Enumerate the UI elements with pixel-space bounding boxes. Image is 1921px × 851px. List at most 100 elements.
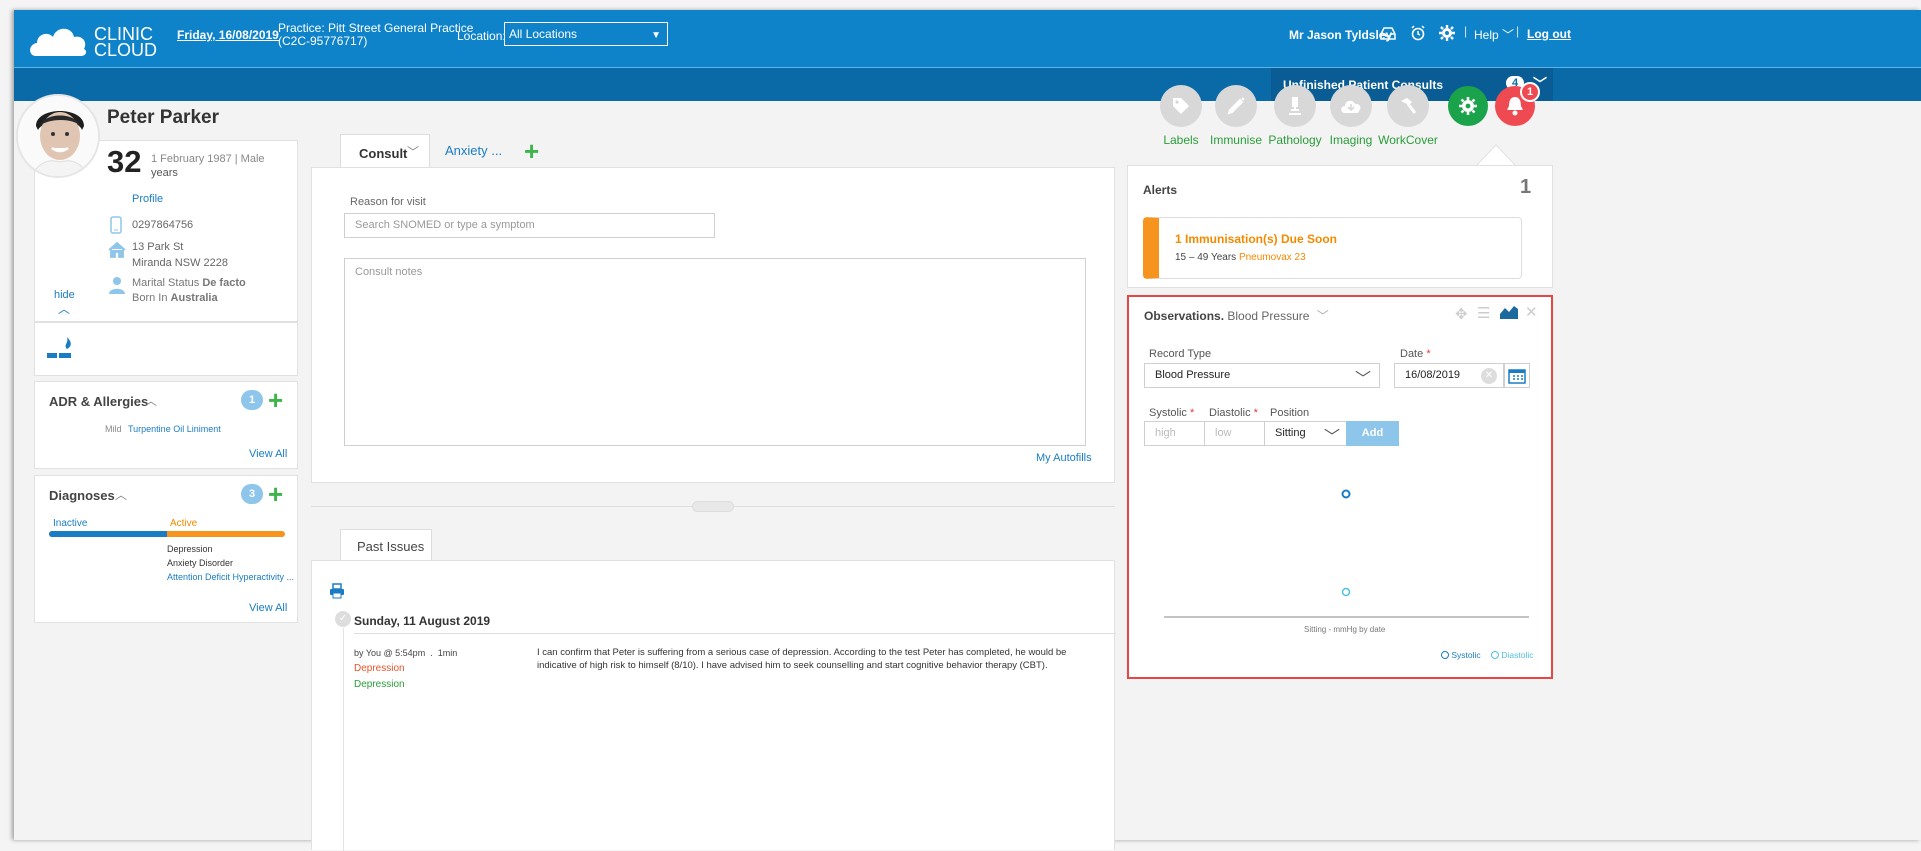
diastolic-point[interactable]: [1341, 587, 1351, 597]
adr-severity: Mild: [105, 424, 122, 434]
gear-icon[interactable]: [1439, 25, 1455, 44]
record-type-select[interactable]: Blood Pressure ﹀: [1144, 363, 1380, 388]
svg-text:CLOUD: CLOUD: [94, 40, 157, 60]
user-name[interactable]: Mr Jason Tyldsley: [1289, 28, 1392, 42]
blood-pressure-chart: [1164, 489, 1529, 618]
add-observation-button[interactable]: Add: [1346, 421, 1399, 446]
location-value: All Locations: [509, 27, 578, 41]
alerts-pointer: [1475, 144, 1517, 167]
person-icon: [109, 276, 125, 297]
position-select[interactable]: Sitting ﹀: [1264, 421, 1347, 446]
legend-diastolic[interactable]: Diastolic: [1491, 650, 1534, 660]
location-select[interactable]: All Locations ▼: [504, 22, 668, 46]
cloud-icon: [1330, 85, 1372, 127]
settings-button[interactable]: [1448, 86, 1488, 126]
clear-date-icon[interactable]: ✕: [1481, 368, 1497, 384]
close-icon[interactable]: ✕: [1525, 303, 1538, 321]
adr-item-link[interactable]: Turpentine Oil Liniment: [128, 424, 221, 434]
my-autofills-link[interactable]: My Autofills: [1036, 452, 1092, 464]
timeline-line: [343, 628, 344, 851]
reason-search-input[interactable]: Search SNOMED or type a symptom: [344, 213, 715, 238]
help-menu[interactable]: Help ﹀: [1474, 28, 1514, 42]
diagnoses-count-badge: 3: [241, 484, 263, 504]
adr-view-all-link[interactable]: View All: [249, 448, 287, 460]
systolic-point[interactable]: [1341, 489, 1351, 499]
add-diagnosis-button[interactable]: +: [268, 481, 283, 507]
resize-handle[interactable]: [692, 501, 734, 512]
adr-title: ADR & Allergies: [49, 394, 149, 409]
labels-label: Labels: [1163, 133, 1199, 147]
observations-card: Observations. Blood Pressure ﹀ ✥ ☰ ✕ Rec…: [1127, 295, 1553, 679]
patient-dob-sex: 1 February 1987 | Male: [151, 153, 265, 165]
past-issues-panel: ✓ Sunday, 11 August 2019 by You @ 5:54pm…: [311, 560, 1116, 851]
calendar-button[interactable]: [1504, 363, 1530, 388]
position-value: Sitting: [1275, 427, 1306, 439]
marital-status: Marital Status De facto: [132, 277, 246, 289]
tab-past-issues[interactable]: Past Issues: [340, 529, 432, 561]
adr-card: ADR & Allergies ︿ 1 + Mild Turpentine Oi…: [34, 381, 298, 469]
clinic-to-cloud-logo[interactable]: CLINIC CLOUD: [28, 18, 178, 60]
chevron-up-icon[interactable]: ︿: [115, 486, 127, 503]
observations-title: Observations.: [1144, 309, 1225, 323]
add-tab-button[interactable]: +: [524, 138, 539, 164]
alerts-count: 1: [1520, 176, 1532, 198]
sub-bar: Unfinished Patient Consults 4 ﹀: [14, 67, 1921, 101]
workcover-button[interactable]: WorkCover: [1373, 85, 1443, 147]
chevron-down-icon[interactable]: ﹀: [407, 143, 419, 160]
marital-value: De facto: [202, 277, 246, 289]
profile-link[interactable]: Profile: [132, 193, 163, 205]
notifications-button[interactable]: 1: [1495, 82, 1540, 126]
tab-anxiety[interactable]: Anxiety ...: [445, 143, 502, 158]
diagnosis-item[interactable]: Attention Deficit Hyperactivity ...: [167, 570, 294, 584]
consult-notes-textarea[interactable]: Consult notes: [344, 258, 1086, 446]
legend-marker: [1491, 651, 1499, 659]
tag-icon: [1160, 85, 1202, 127]
add-allergy-button[interactable]: +: [268, 387, 283, 413]
chevron-up-icon[interactable]: ︿: [145, 392, 157, 409]
home-icon: [108, 241, 126, 261]
systolic-input[interactable]: high: [1144, 421, 1205, 446]
divider: |: [1516, 24, 1520, 38]
observations-subtitle[interactable]: Blood Pressure: [1227, 309, 1309, 323]
date-label: Date *: [1400, 348, 1431, 360]
legend-systolic[interactable]: Systolic: [1441, 650, 1481, 660]
diagnoses-status-bar: [49, 531, 285, 537]
diastolic-input[interactable]: low: [1204, 421, 1265, 446]
position-label: Position: [1270, 407, 1310, 419]
past-issue-note: I can confirm that Peter is suffering fr…: [537, 647, 1067, 671]
chevron-up-icon[interactable]: ︿: [58, 300, 70, 317]
patient-age-unit: years: [151, 167, 178, 179]
diagnoses-title: Diagnoses: [49, 488, 115, 503]
birth-country: Born In Australia: [132, 292, 218, 304]
chevron-down-icon[interactable]: ﹀: [1317, 309, 1329, 323]
alarm-clock-icon[interactable]: [1410, 25, 1426, 44]
list-icon[interactable]: ☰: [1477, 304, 1490, 322]
alert-vaccine[interactable]: Pneumovax 23: [1239, 252, 1306, 263]
chevron-down-icon: ▼: [651, 30, 661, 41]
required-marker: *: [1253, 407, 1258, 419]
born-label: Born In: [132, 292, 168, 304]
chart-caption: Sitting - mmHg by date: [1304, 625, 1386, 634]
diagnosis-item[interactable]: Depression: [167, 542, 294, 556]
patient-avatar[interactable]: [16, 94, 100, 178]
diagnosis-item[interactable]: Anxiety Disorder: [167, 556, 294, 570]
immunisation-alert[interactable]: 1 Immunisation(s) Due Soon 15 – 49 Years…: [1143, 217, 1522, 279]
current-date-link[interactable]: Friday, 16/08/2019: [177, 28, 279, 42]
logout-link[interactable]: Log out: [1527, 27, 1571, 41]
print-icon[interactable]: [329, 583, 345, 599]
smoking-icon[interactable]: [47, 337, 73, 363]
inbox-icon[interactable]: [1380, 26, 1396, 42]
alert-title: 1 Immunisation(s) Due Soon: [1175, 232, 1338, 246]
inactive-label[interactable]: Inactive: [53, 518, 87, 529]
past-issue-tag[interactable]: Depression: [354, 679, 405, 690]
area-chart-icon[interactable]: [1500, 305, 1518, 319]
active-label[interactable]: Active: [170, 518, 197, 529]
tab-consult[interactable]: Consult ﹀: [340, 134, 430, 170]
past-issue-tag[interactable]: Depression: [354, 663, 405, 674]
diagnoses-view-all-link[interactable]: View All: [249, 602, 287, 614]
pathology-label: Pathology: [1268, 133, 1322, 147]
practice-code: (C2C-95776717): [278, 34, 368, 48]
alerts-title: Alerts: [1143, 183, 1178, 197]
reason-label: Reason for visit: [350, 196, 426, 208]
move-icon[interactable]: ✥: [1455, 305, 1468, 323]
